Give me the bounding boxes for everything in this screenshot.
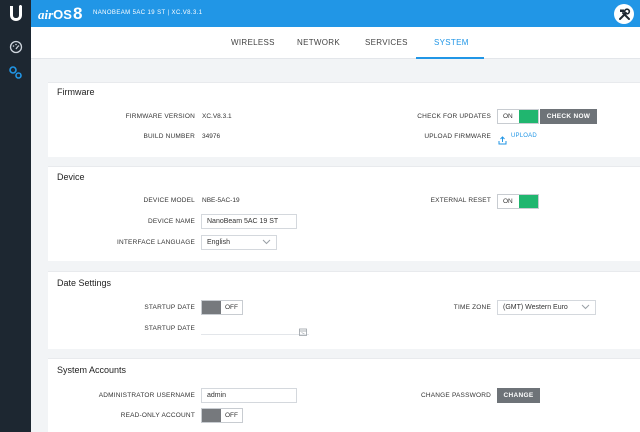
tools-icon[interactable] — [614, 4, 634, 24]
device-model-value: NBE-5AC-19 — [202, 197, 240, 204]
startup-date-toggle-label: STARTUP DATE — [144, 304, 195, 311]
external-reset-label: EXTERNAL RESET — [430, 197, 491, 204]
gauge-icon[interactable] — [6, 37, 25, 56]
startup-date-input[interactable] — [201, 321, 309, 336]
calendar-icon[interactable] — [299, 323, 307, 341]
toggle-state-label: ON — [503, 113, 513, 120]
ubiquiti-logo-icon[interactable] — [0, 0, 31, 27]
brand-air: air — [38, 7, 54, 22]
interface-language-select[interactable]: English — [201, 235, 277, 250]
device-name-input[interactable]: NanoBeam 5AC 19 ST — [201, 214, 297, 229]
toggle-knob — [519, 195, 538, 208]
startup-date-label: STARTUP DATE — [144, 325, 195, 332]
tab-services[interactable]: SERVICES — [365, 38, 408, 47]
time-zone-value: (GMT) Western Euro — [503, 304, 568, 311]
toggle-state-label: OFF — [225, 304, 238, 311]
startup-date-toggle[interactable]: OFF — [201, 300, 243, 315]
airos-brand: air OS 8 — [38, 4, 82, 24]
toggle-state-label: OFF — [225, 412, 238, 419]
interface-language-value: English — [207, 239, 230, 246]
build-number-label: BUILD NUMBER — [143, 133, 195, 140]
section-title-system-accounts: System Accounts — [57, 365, 127, 375]
tab-system[interactable]: SYSTEM — [434, 38, 469, 47]
change-password-button[interactable]: CHANGE — [497, 388, 540, 403]
brand-version: 8 — [72, 4, 83, 23]
toggle-knob — [519, 110, 538, 123]
tab-wireless[interactable]: WIRELESS — [231, 38, 275, 47]
left-sidebar — [0, 27, 31, 432]
external-reset-toggle[interactable]: ON — [497, 194, 539, 209]
check-now-button[interactable]: CHECK NOW — [540, 109, 597, 124]
read-only-account-toggle[interactable]: OFF — [201, 408, 243, 423]
chevron-down-icon — [262, 238, 271, 248]
device-model-label: DEVICE MODEL — [143, 197, 195, 204]
toggle-state-label: ON — [503, 198, 513, 205]
device-name-label: DEVICE NAME — [148, 218, 195, 225]
device-title: NANOBEAM 5AC 19 ST | XC.V8.3.1 — [93, 10, 203, 16]
section-title-device: Device — [57, 172, 85, 182]
firmware-section: Firmware FIRMWARE VERSION XC.V8.3.1 BUIL… — [48, 82, 640, 157]
admin-username-input[interactable]: admin — [201, 388, 297, 403]
system-accounts-section: System Accounts ADMINISTRATOR USERNAME a… — [48, 358, 640, 432]
chevron-down-icon — [581, 303, 590, 313]
tab-network[interactable]: NETWORK — [297, 38, 340, 47]
section-title-date-settings: Date Settings — [57, 278, 112, 288]
gears-icon[interactable] — [6, 63, 25, 82]
read-only-account-label: READ-ONLY ACCOUNT — [120, 412, 195, 419]
check-updates-label: CHECK FOR UPDATES — [417, 113, 491, 120]
toggle-knob — [202, 409, 221, 422]
date-settings-section: Date Settings STARTUP DATE OFF STARTUP D… — [48, 271, 640, 349]
device-section: Device DEVICE MODEL NBE-5AC-19 DEVICE NA… — [48, 166, 640, 261]
upload-link[interactable]: UPLOAD — [511, 133, 537, 139]
upload-firmware-label: UPLOAD FIRMWARE — [424, 133, 491, 140]
time-zone-select[interactable]: (GMT) Western Euro — [497, 300, 596, 315]
upload-icon[interactable] — [498, 132, 507, 145]
top-header-bar: air OS 8 NANOBEAM 5AC 19 ST | XC.V8.3.1 — [0, 0, 640, 27]
section-title-firmware: Firmware — [57, 87, 95, 97]
build-number-value: 34976 — [202, 133, 221, 140]
firmware-version-label: FIRMWARE VERSION — [125, 113, 195, 120]
tab-bar: WIRELESS NETWORK SERVICES SYSTEM — [31, 27, 640, 59]
firmware-version-value: XC.V8.3.1 — [202, 113, 232, 120]
check-updates-toggle[interactable]: ON — [497, 109, 539, 124]
time-zone-label: TIME ZONE — [453, 304, 491, 311]
interface-language-label: INTERFACE LANGUAGE — [116, 239, 195, 246]
change-password-label: CHANGE PASSWORD — [420, 392, 491, 399]
admin-username-label: ADMINISTRATOR USERNAME — [98, 392, 195, 399]
brand-os: OS — [53, 7, 72, 22]
toggle-knob — [202, 301, 221, 314]
